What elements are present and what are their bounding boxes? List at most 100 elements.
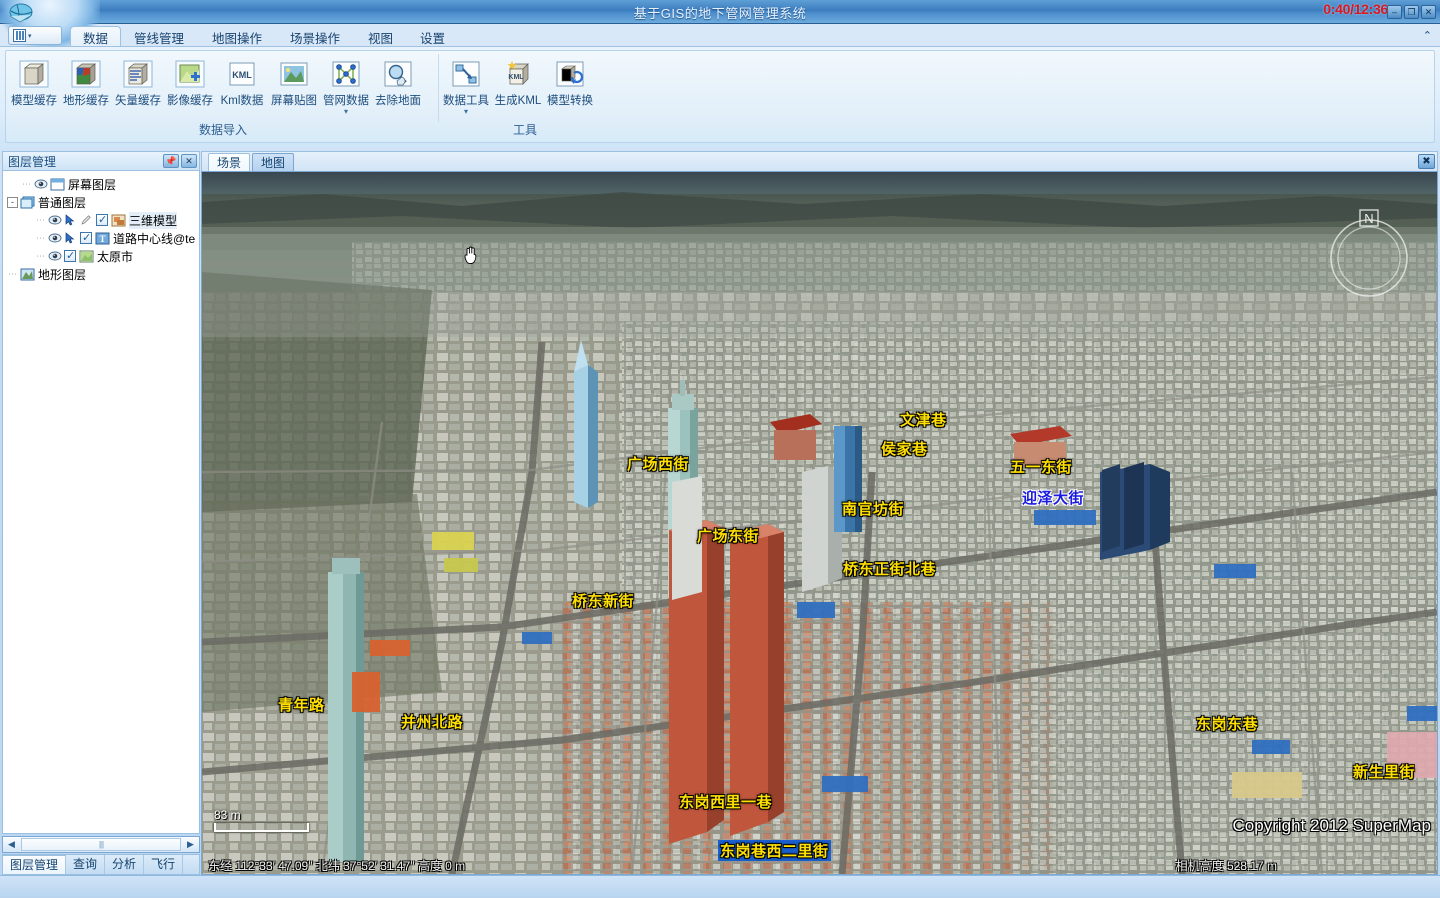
svg-text:T: T xyxy=(99,234,105,244)
scroll-left-icon[interactable]: ◀ xyxy=(3,837,20,852)
left-panel-tab-3[interactable]: 分析 xyxy=(105,855,145,874)
layer-checkbox[interactable] xyxy=(96,213,108,226)
pipe-network-data-icon xyxy=(330,59,362,89)
ribbon-tab-4[interactable]: 场景操作 xyxy=(278,26,352,46)
street-label: 侯家巷 xyxy=(881,441,928,458)
scale-bar-graphic xyxy=(214,823,309,832)
layer-tree-label: 地形图层 xyxy=(38,267,87,282)
ribbon-item-generate-kml[interactable]: KML 生成KML xyxy=(492,55,544,108)
layer-horizontal-scrollbar[interactable]: ◀ |||| ▶ xyxy=(2,836,200,853)
map-tab-bar: 场景 地图 ✖ xyxy=(201,151,1438,171)
street-label: 桥东新街 xyxy=(572,593,635,610)
hand-cursor-icon xyxy=(463,245,479,265)
ribbon-item-label: 生成KML xyxy=(494,95,542,107)
left-panel-tab-4[interactable]: 飞行 xyxy=(144,855,184,874)
street-label: 青年路 xyxy=(278,697,325,714)
visibility-eye-icon[interactable] xyxy=(48,214,62,226)
close-button[interactable]: ✕ xyxy=(1421,5,1436,19)
terrain-cache-icon xyxy=(70,59,102,89)
model-convert-icon xyxy=(554,59,586,89)
restore-button[interactable]: ❐ xyxy=(1404,5,1419,19)
application-menu-icon[interactable]: ▾ xyxy=(8,26,62,45)
playback-timer: 0:40/12:36 xyxy=(1323,1,1388,17)
compass-icon[interactable]: N xyxy=(1319,204,1419,304)
window-title: 基于GIS的地下管网管理系统 xyxy=(633,6,807,21)
layer-tree-item[interactable]: ⋯ T 道路中心线@te xyxy=(7,229,197,247)
pin-icon[interactable]: 📌 xyxy=(163,154,179,168)
visibility-eye-icon[interactable] xyxy=(48,232,62,244)
ribbon-group-2: 数据工具 ▾ KML 生成KML 模型转换 工具 xyxy=(440,53,610,140)
tree-connector: ⋯ xyxy=(36,250,45,261)
ribbon-tab-6[interactable]: 设置 xyxy=(408,26,457,46)
map-tab-1[interactable]: 场景 xyxy=(208,153,251,171)
select-arrow-icon[interactable] xyxy=(64,214,78,226)
layer-checkbox[interactable] xyxy=(80,231,92,244)
ribbon-item-terrain-cache[interactable]: 地形缓存 xyxy=(60,55,112,108)
chevron-down-icon[interactable]: ▾ xyxy=(344,108,348,116)
ribbon-group-1: 模型缓存 地形缓存 矢量缓存 影像缓存 KML Kml数据 屏幕贴图 管网数据 ▾ 去除地面 数据导… xyxy=(8,53,438,140)
ribbon-item-label: Kml数据 xyxy=(220,95,264,107)
text-layer-icon: T xyxy=(95,232,110,245)
layer-tree-item[interactable]: ⋯ 屏幕图层 xyxy=(7,175,197,193)
ribbon-item-remove-ground[interactable]: 去除地面 xyxy=(372,55,424,108)
layer-tree-item[interactable]: ⋯ 太原市 xyxy=(7,247,197,265)
map-tab-2[interactable]: 地图 xyxy=(252,153,295,171)
ribbon-tab-2[interactable]: 管线管理 xyxy=(122,26,196,46)
tree-expander[interactable]: - xyxy=(7,196,18,208)
normal-layer-icon xyxy=(20,196,35,209)
map-area: 场景 地图 ✖ N 文津巷 侯家巷 广场西街 五一东街 迎泽大街 南官坊街 广场… xyxy=(201,151,1438,875)
ribbon-item-model-convert[interactable]: 模型转换 xyxy=(544,55,596,108)
layer-manager-header: 图层管理 📌 ✕ xyxy=(2,151,200,170)
layer-tree-item[interactable]: ⋯ 三维模型 xyxy=(7,211,197,229)
layer-tree-label: 太原市 xyxy=(97,249,134,264)
ribbon-item-label: 屏幕贴图 xyxy=(271,95,317,107)
minimize-button[interactable]: – xyxy=(1387,5,1402,19)
ribbon-tab-bar: ▾ 数据 管线管理 地图操作 场景操作 视图 设置 ⌃ xyxy=(0,24,1440,46)
chevron-down-icon: ▾ xyxy=(28,32,32,40)
ribbon-item-data-tool[interactable]: 数据工具 ▾ xyxy=(440,55,492,116)
edit-pencil-icon[interactable] xyxy=(80,214,94,226)
model-3d-icon xyxy=(111,214,126,227)
street-label: 五一东街 xyxy=(1010,459,1073,476)
tree-connector: ⋯ xyxy=(22,178,31,189)
ribbon-item-label: 模型缓存 xyxy=(11,95,57,107)
ribbon-item-screen-texture[interactable]: 屏幕贴图 xyxy=(268,55,320,108)
ribbon-item-pipe-network-data[interactable]: 管网数据 ▾ xyxy=(320,55,372,116)
layer-tree-item[interactable]: ⋯ 地形图层 xyxy=(7,265,197,283)
coordinates-readout: 东经 112°33′ 47.09″ 北纬 37°52′ 31.47″ 高度 0 … xyxy=(208,858,466,873)
layer-tree-item[interactable]: - 普通图层 xyxy=(7,193,197,211)
ribbon-item-kml-data[interactable]: KML Kml数据 xyxy=(216,55,268,108)
vector-cache-icon xyxy=(122,59,154,89)
layer-manager-title: 图层管理 xyxy=(8,154,57,169)
map-close-icon[interactable]: ✖ xyxy=(1418,154,1435,169)
ribbon-tab-1[interactable]: 数据 xyxy=(70,26,122,46)
close-icon[interactable]: ✕ xyxy=(181,154,197,168)
visibility-eye-icon[interactable] xyxy=(48,250,62,262)
select-arrow-icon[interactable] xyxy=(64,232,78,244)
visibility-eye-icon[interactable] xyxy=(34,178,48,190)
street-label: 广场东街 xyxy=(697,528,760,545)
street-label: 文津巷 xyxy=(900,412,947,429)
window-controls: – ❐ ✕ xyxy=(1387,5,1436,19)
image-cache-icon xyxy=(174,59,206,89)
layer-checkbox[interactable] xyxy=(64,249,76,262)
scroll-thumb[interactable]: |||| xyxy=(21,838,181,851)
layer-tree-body: ⋯ 屏幕图层 - 普通图层 ⋯ 三维模型 ⋯ T 道路中心线@te ⋯ 太原市 ⋯ 地形图层 xyxy=(2,170,200,834)
application-window: 基于GIS的地下管网管理系统 0:40/12:36 – ❐ ✕ ▾ 数据 管线管理… xyxy=(0,0,1440,898)
scene-view[interactable]: N 文津巷 侯家巷 广场西街 五一东街 迎泽大街 南官坊街 广场东街 桥东正街北巷 桥东新街 青年… xyxy=(201,171,1438,875)
left-panel-tab-1[interactable]: 图层管理 xyxy=(3,855,67,874)
tree-connector: ⋯ xyxy=(36,214,45,225)
ribbon-item-vector-cache[interactable]: 矢量缓存 xyxy=(112,55,164,108)
chevron-down-icon[interactable]: ▾ xyxy=(464,108,468,116)
scroll-right-icon[interactable]: ▶ xyxy=(182,837,199,852)
left-panel-tab-2[interactable]: 查询 xyxy=(66,855,106,874)
ribbon-item-image-cache[interactable]: 影像缓存 xyxy=(164,55,216,108)
ribbon-group-separator xyxy=(438,54,439,122)
terrain-layer-icon xyxy=(20,268,35,281)
ribbon-collapse-icon[interactable]: ⌃ xyxy=(1423,29,1432,42)
copyright-text: Copyright 2012 SuperMap xyxy=(1232,816,1431,835)
ribbon-item-model-cache[interactable]: 模型缓存 xyxy=(8,55,60,108)
layer-tree-label: 屏幕图层 xyxy=(68,177,117,192)
ribbon-tab-5[interactable]: 视图 xyxy=(356,26,405,46)
ribbon-tab-3[interactable]: 地图操作 xyxy=(200,26,274,46)
